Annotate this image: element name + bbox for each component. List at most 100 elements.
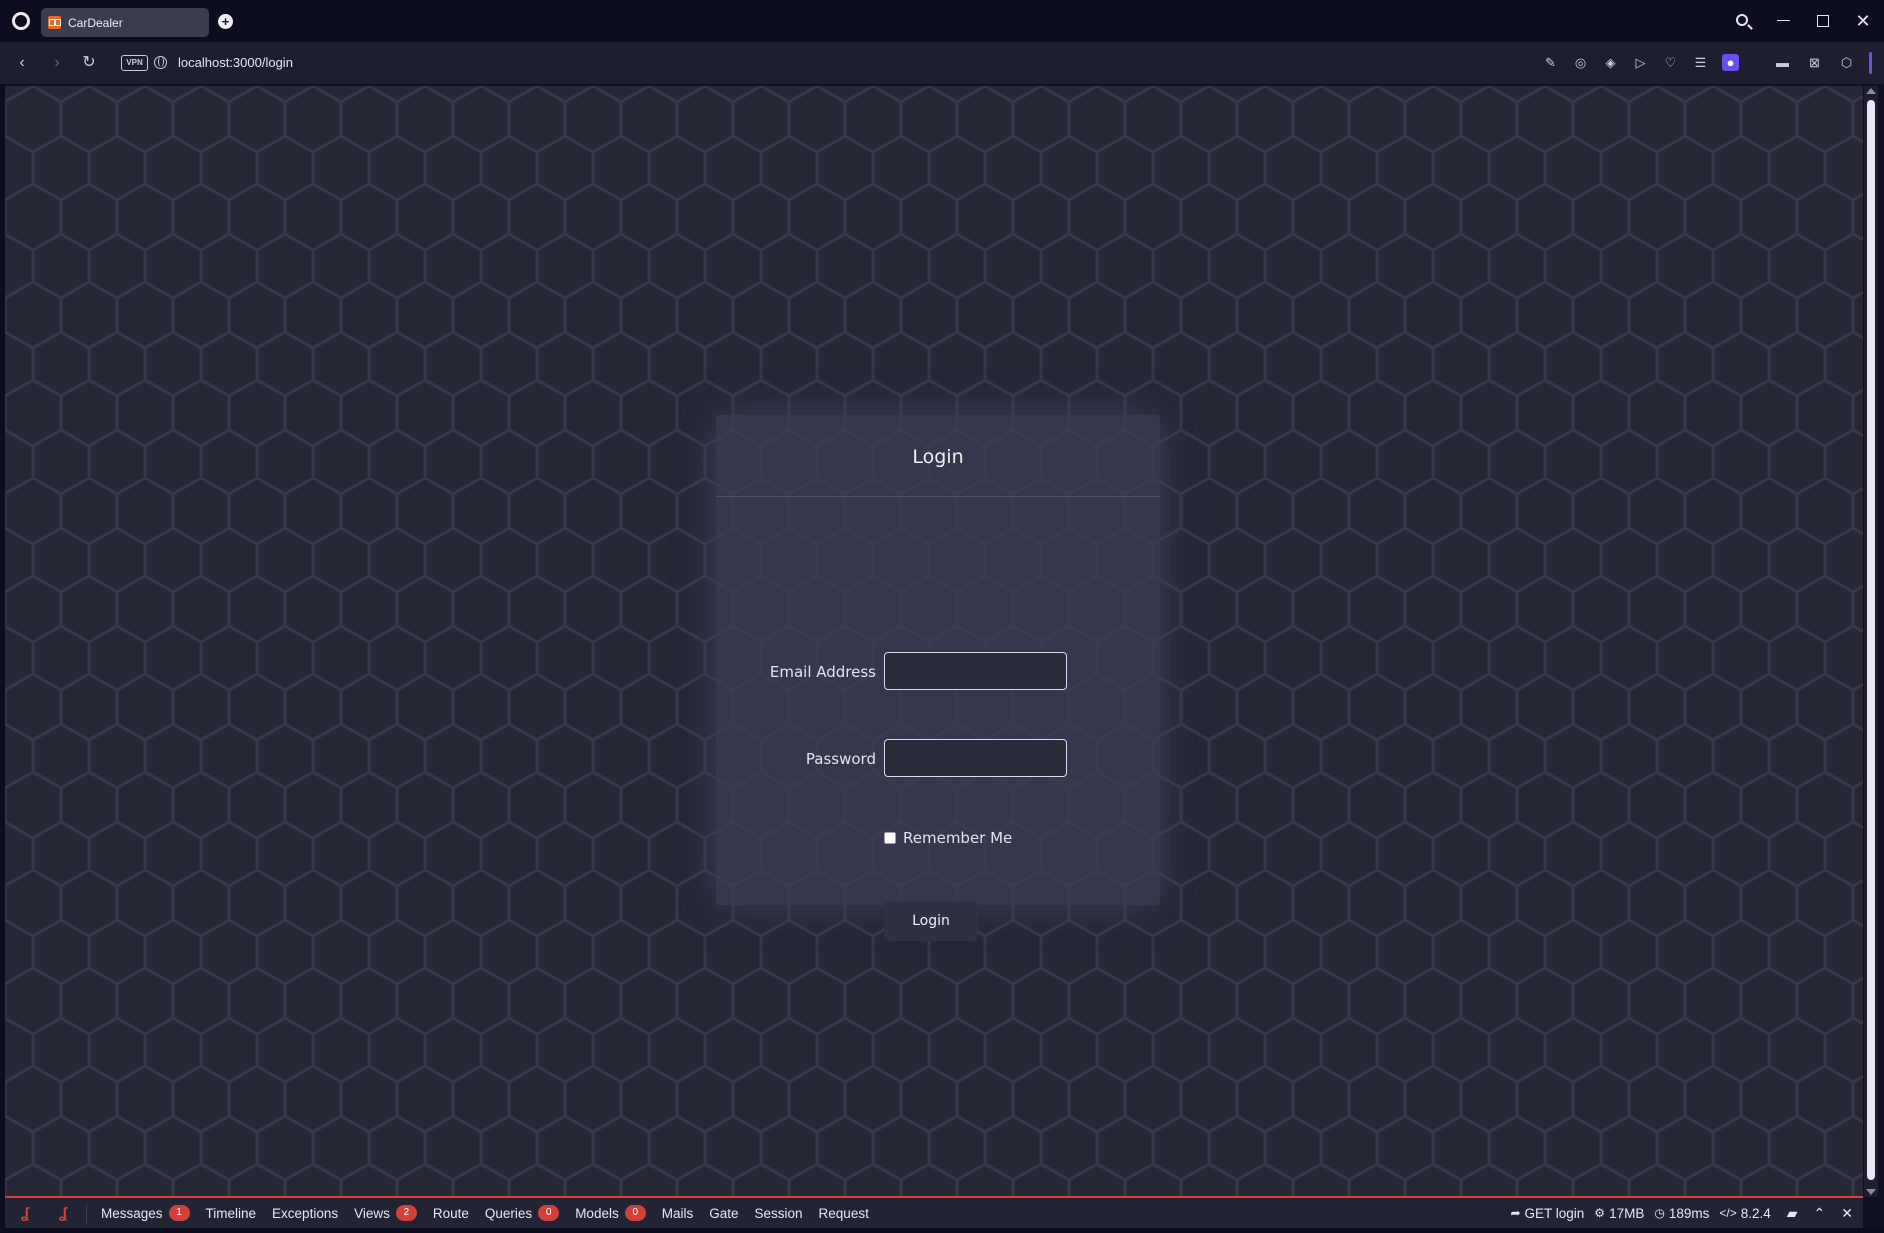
minimize-icon xyxy=(1776,20,1790,22)
box-icon[interactable]: ⬡ xyxy=(1838,54,1855,71)
extension-icons: ▬ ⊠ ⬡ xyxy=(1774,54,1855,71)
clock-icon: ◷ xyxy=(1654,1206,1665,1220)
laravel-logo-icon[interactable]: ʆ xyxy=(15,1205,35,1223)
page-scrollbar[interactable] xyxy=(1864,86,1878,1197)
heart-icon[interactable]: ♡ xyxy=(1662,54,1679,71)
debugbar-tab-label: Session xyxy=(754,1205,803,1221)
debugbar-tab-mails[interactable]: Mails xyxy=(654,1198,702,1228)
window-bottom-edge xyxy=(0,1228,1884,1233)
debugbar-tab-queries[interactable]: Queries 0 xyxy=(477,1198,567,1228)
debugbar-php-version: </> 8.2.4 xyxy=(1719,1206,1770,1221)
chevron-up-icon[interactable]: ⌃ xyxy=(1814,1205,1826,1222)
debugbar-tab-badge: 2 xyxy=(395,1205,417,1221)
send-icon[interactable]: ▷ xyxy=(1632,54,1649,71)
remember-me[interactable]: Remember Me xyxy=(884,829,1012,847)
memory-text: 17MB xyxy=(1609,1205,1645,1221)
shield-icon[interactable]: ◈ xyxy=(1602,54,1619,71)
folder-open-icon[interactable]: ▰ xyxy=(1787,1205,1798,1222)
debugbar-tab-route[interactable]: Route xyxy=(425,1198,477,1228)
profile-icon[interactable]: ● xyxy=(1722,54,1739,71)
debugbar-tab-session[interactable]: Session xyxy=(747,1198,811,1228)
title-bar: CarDealer + ✕ xyxy=(0,0,1884,42)
maximize-button[interactable] xyxy=(1810,9,1836,33)
cogs-icon: ⚙ xyxy=(1594,1206,1606,1220)
debugbar-tabs: Messages 1 Timeline Exceptions Views 2 Route Qu… xyxy=(93,1198,877,1228)
php-version-text: 8.2.4 xyxy=(1740,1205,1771,1221)
debugbar-tab-label: Models xyxy=(575,1205,619,1221)
time-text: 189ms xyxy=(1668,1205,1710,1221)
close-icon: ✕ xyxy=(1855,11,1871,31)
address-bar-url[interactable]: localhost:3000/login xyxy=(178,55,293,70)
route-text: GET login xyxy=(1524,1205,1585,1221)
debugbar-tab-label: Messages xyxy=(101,1205,163,1221)
tab-title: CarDealer xyxy=(68,15,123,30)
close-window-button[interactable]: ✕ xyxy=(1850,9,1876,33)
debugbar-tab-label: Exceptions xyxy=(272,1205,339,1221)
login-title: Login xyxy=(912,446,964,468)
password-field[interactable] xyxy=(884,739,1067,777)
sidebar-icon[interactable]: ▬ xyxy=(1774,54,1791,71)
minimize-button[interactable] xyxy=(1770,9,1796,33)
scrollbar-thumb[interactable] xyxy=(1867,100,1875,1180)
login-card: Login Email Address Password Remember Me… xyxy=(716,415,1160,941)
forward-button[interactable]: › xyxy=(46,52,68,74)
sidebar-indicator xyxy=(1869,52,1872,74)
scroll-up-icon[interactable] xyxy=(1866,88,1876,94)
debugbar-tab-label: Queries xyxy=(484,1205,533,1221)
reload-button[interactable]: ↻ xyxy=(78,52,100,74)
new-tab-button[interactable]: + xyxy=(218,14,233,29)
chevron-left-icon: ‹ xyxy=(19,54,25,71)
toolbar-icons: ✎ ◎ ◈ ▷ ♡ ☰ ● xyxy=(1542,54,1739,71)
debugbar-tab-label: Views xyxy=(354,1205,390,1221)
code-icon: </> xyxy=(1719,1206,1737,1220)
maximize-icon xyxy=(1817,14,1829,27)
debugbar: ʆ ʆ Messages 1 Timeline Exceptions Views 2 Rou… xyxy=(5,1196,1863,1228)
remember-me-label[interactable]: Remember Me xyxy=(903,829,1012,847)
debugbar-tab-label: Gate xyxy=(709,1205,739,1221)
laravel-restore-icon[interactable]: ʆ xyxy=(53,1205,73,1223)
debugbar-divider xyxy=(86,1204,87,1224)
email-label: Email Address xyxy=(769,663,876,681)
page-viewport: Login Email Address Password Remember Me… xyxy=(5,86,1863,1197)
debugbar-tab-label: Route xyxy=(432,1205,469,1221)
tab-favicon-icon xyxy=(48,16,61,29)
debugbar-tab-models[interactable]: Models 0 xyxy=(567,1198,654,1228)
debugbar-tab-timeline[interactable]: Timeline xyxy=(198,1198,265,1228)
reload-icon: ↻ xyxy=(82,54,96,71)
camera-icon[interactable]: ◎ xyxy=(1572,54,1589,71)
email-field[interactable] xyxy=(884,652,1067,690)
debugbar-tab-label: Request xyxy=(818,1205,869,1221)
debugbar-tab-badge: 0 xyxy=(624,1205,646,1221)
debugbar-tab-request[interactable]: Request xyxy=(811,1198,877,1228)
debugbar-stats: ➦ GET login ⚙ 17MB ◷ 189ms </> 8.2.4 ▰ ⌃… xyxy=(1510,1198,1853,1228)
back-button[interactable]: ‹ xyxy=(11,52,33,74)
easy-setup-icon[interactable]: ☰ xyxy=(1692,54,1709,71)
debugbar-tab-badge: 1 xyxy=(168,1205,190,1221)
browser-tab[interactable]: CarDealer xyxy=(41,8,209,37)
close-debugbar-icon[interactable]: ✕ xyxy=(1841,1205,1853,1222)
debugbar-tab-exceptions[interactable]: Exceptions xyxy=(264,1198,346,1228)
debugbar-memory: ⚙ 17MB xyxy=(1594,1206,1644,1221)
login-card-header: Login xyxy=(716,415,1160,497)
password-label: Password xyxy=(805,750,876,768)
scroll-down-icon[interactable] xyxy=(1866,1189,1876,1195)
debugbar-time: ◷ 189ms xyxy=(1654,1206,1709,1221)
snapshot-icon[interactable]: ✎ xyxy=(1542,54,1559,71)
debugbar-tab-label: Mails xyxy=(661,1205,694,1221)
debugbar-tab-views[interactable]: Views 2 xyxy=(346,1198,425,1228)
globe-icon xyxy=(154,56,167,69)
share-icon: ➦ xyxy=(1510,1206,1521,1220)
search-icon xyxy=(1736,14,1748,26)
chevron-right-icon: › xyxy=(54,54,60,71)
debugbar-tab-messages[interactable]: Messages 1 xyxy=(93,1198,198,1228)
debugbar-tab-badge: 0 xyxy=(538,1205,560,1221)
remember-me-checkbox[interactable] xyxy=(884,832,896,844)
debugbar-tab-label: Timeline xyxy=(205,1205,257,1221)
debugbar-tab-gate[interactable]: Gate xyxy=(701,1198,746,1228)
ai-icon[interactable]: ⊠ xyxy=(1806,54,1823,71)
login-button[interactable]: Login xyxy=(884,901,978,941)
vpn-badge[interactable]: VPN xyxy=(121,55,148,71)
tab-search-button[interactable] xyxy=(1729,9,1755,33)
opera-logo-icon[interactable] xyxy=(12,12,30,30)
debugbar-route[interactable]: ➦ GET login xyxy=(1510,1206,1584,1221)
